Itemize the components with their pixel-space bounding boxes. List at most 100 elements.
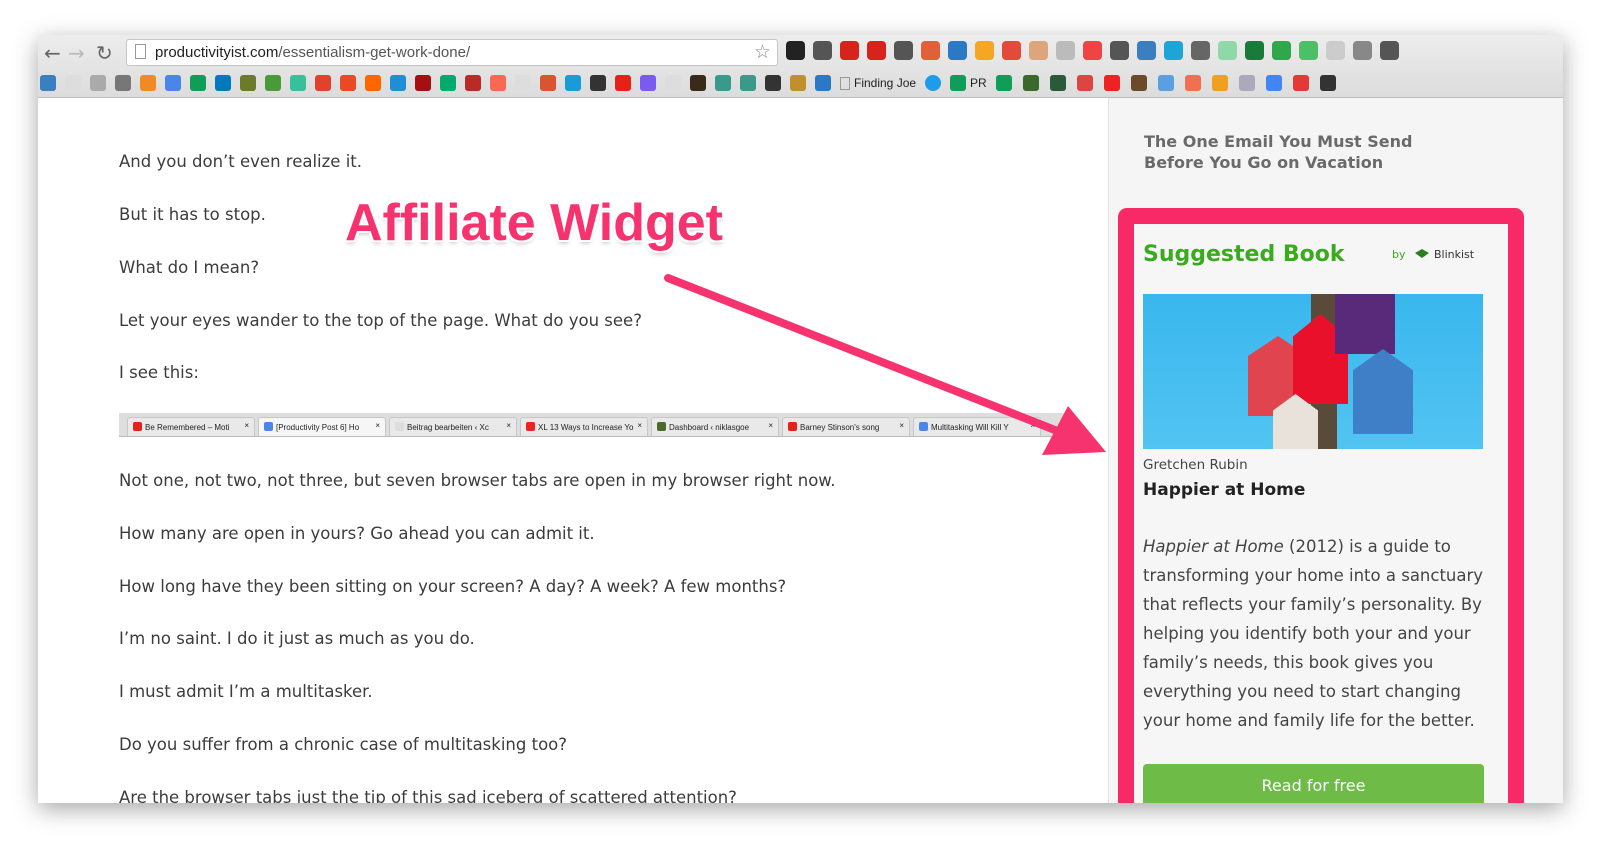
related-post-link[interactable]: The One Email You Must Send Before You G…: [1144, 131, 1474, 173]
square-icon[interactable]: [1164, 41, 1183, 60]
swirl-icon[interactable]: [975, 41, 994, 60]
tldr-icon[interactable]: [1245, 41, 1264, 60]
analytics-icon[interactable]: [1211, 75, 1228, 91]
ce-icon[interactable]: [1184, 75, 1201, 91]
okb-icon[interactable]: [40, 75, 56, 91]
pin-icon[interactable]: [1292, 75, 1309, 91]
article-paragraph: What do I mean?: [119, 258, 260, 277]
article-paragraph: Not one, not two, not three, but seven b…: [119, 471, 836, 490]
reload-icon[interactable]: ↻: [96, 41, 113, 65]
glasses-icon[interactable]: [115, 75, 131, 91]
list-icon[interactable]: [815, 75, 831, 91]
sheets-icon[interactable]: [190, 75, 206, 91]
tab-image-item: Be Remembered – Moti ×: [127, 417, 255, 436]
book-author: Gretchen Rubin: [1143, 457, 1248, 473]
crown-icon[interactable]: [1110, 41, 1129, 60]
circle-icon[interactable]: [565, 75, 581, 91]
h-icon[interactable]: [1056, 41, 1075, 60]
medium-icon[interactable]: [440, 75, 456, 91]
target-icon[interactable]: [921, 41, 940, 60]
feed-icon[interactable]: [1157, 75, 1174, 91]
article-paragraph: I see this:: [119, 363, 199, 382]
tab-label: XL 13 Ways to Increase Yo: [538, 423, 634, 432]
tab-image-item: XL 13 Ways to Increase Yo ×: [520, 417, 648, 436]
t-icon[interactable]: [715, 75, 731, 91]
note-icon[interactable]: [90, 75, 106, 91]
tab-image-item: Barney Stinson's song ×: [782, 417, 910, 436]
dim-icon[interactable]: [665, 75, 681, 91]
chart-up-icon[interactable]: [315, 75, 331, 91]
browser-toolbar: ← → ↻ productivityist.com/essentialism-g…: [38, 35, 1563, 98]
menu-icon[interactable]: [1380, 41, 1399, 60]
ghost-icon[interactable]: [1326, 41, 1345, 60]
page-icon[interactable]: [515, 75, 531, 91]
producthunt-icon[interactable]: [540, 75, 556, 91]
coin-icon[interactable]: [240, 75, 256, 91]
evernote-icon[interactable]: [813, 41, 832, 60]
tab-image-item: Multitasking Will Kill Y ×: [913, 417, 1041, 436]
m-dark-icon[interactable]: [1319, 75, 1336, 91]
tomato-icon[interactable]: [1103, 75, 1120, 91]
tab-image-item: [Productivity Post 6] Ho ×: [258, 417, 386, 436]
forward-icon[interactable]: →: [68, 41, 85, 65]
brand-name: Blinkist: [1434, 248, 1475, 261]
read-for-free-button[interactable]: Read for free: [1143, 764, 1484, 803]
book-icon[interactable]: [265, 75, 281, 91]
sound-icon[interactable]: [1218, 41, 1237, 60]
page-icon[interactable]: [65, 75, 81, 91]
quora-icon[interactable]: [465, 75, 481, 91]
buffer-icon[interactable]: [786, 41, 805, 60]
bookmark-pr[interactable]: PR: [950, 75, 987, 91]
bookmark-finding-joe[interactable]: Finding Joe: [840, 76, 916, 90]
calendar-icon[interactable]: [1238, 75, 1255, 91]
search-icon[interactable]: [1191, 41, 1210, 60]
bunny-icon[interactable]: [290, 75, 306, 91]
inbox-icon[interactable]: [1049, 75, 1066, 91]
color-wheel-icon[interactable]: [1083, 41, 1102, 60]
description-text: (2012) is a guide to transforming your h…: [1143, 537, 1484, 730]
bookmark-star-icon[interactable]: ☆: [754, 41, 771, 64]
chart-icon[interactable]: [640, 75, 656, 91]
check-icon[interactable]: [1076, 75, 1093, 91]
layers-icon[interactable]: [1022, 75, 1039, 91]
trello-icon[interactable]: [215, 75, 231, 91]
adblock-icon[interactable]: [867, 41, 886, 60]
sheets-icon[interactable]: [995, 75, 1012, 91]
e-icon[interactable]: [590, 75, 606, 91]
stumble-icon[interactable]: [340, 75, 356, 91]
cp-icon[interactable]: [140, 75, 156, 91]
c-icon[interactable]: [925, 75, 942, 91]
url-domain: productivityist.com: [155, 44, 279, 61]
close-icon: ×: [768, 421, 773, 430]
counter-172-icon[interactable]: [1002, 41, 1021, 60]
plug-icon[interactable]: [1029, 41, 1048, 60]
zipper-icon[interactable]: [948, 41, 967, 60]
back-icon[interactable]: ←: [44, 41, 61, 65]
smile-icon[interactable]: [1299, 41, 1318, 60]
youtube-icon[interactable]: [615, 75, 631, 91]
upload-icon[interactable]: [1353, 41, 1372, 60]
article-paragraph: Let your eyes wander to the top of the p…: [119, 311, 642, 330]
adblock-plus-icon[interactable]: [840, 41, 859, 60]
tabs-screenshot: Be Remembered – Moti × [Productivity Post …: [119, 413, 1066, 437]
star-icon[interactable]: [765, 75, 781, 91]
article-paragraph: And you don’t even realize it.: [119, 152, 362, 171]
patreon-icon[interactable]: [490, 75, 506, 91]
mailchimp-icon[interactable]: [1130, 75, 1147, 91]
bar-chart-icon[interactable]: [415, 75, 431, 91]
t-icon[interactable]: [740, 75, 756, 91]
sheets-icon: [950, 75, 967, 91]
diamond-icon[interactable]: [390, 75, 406, 91]
ycombinator-icon[interactable]: [365, 75, 381, 91]
page-icon: [135, 44, 146, 59]
article-paragraph: I must admit I’m a multitasker.: [119, 682, 373, 701]
docs-icon[interactable]: [165, 75, 181, 91]
m-icon[interactable]: [894, 41, 913, 60]
tab-favicon-icon: [788, 422, 797, 431]
portrait-icon[interactable]: [690, 75, 706, 91]
w-icon[interactable]: [790, 75, 806, 91]
adwords-icon[interactable]: [1265, 75, 1282, 91]
dart-icon[interactable]: [1137, 41, 1156, 60]
tag-icon[interactable]: [1272, 41, 1291, 60]
address-bar[interactable]: productivityist.com/essentialism-get-wor…: [126, 39, 778, 66]
